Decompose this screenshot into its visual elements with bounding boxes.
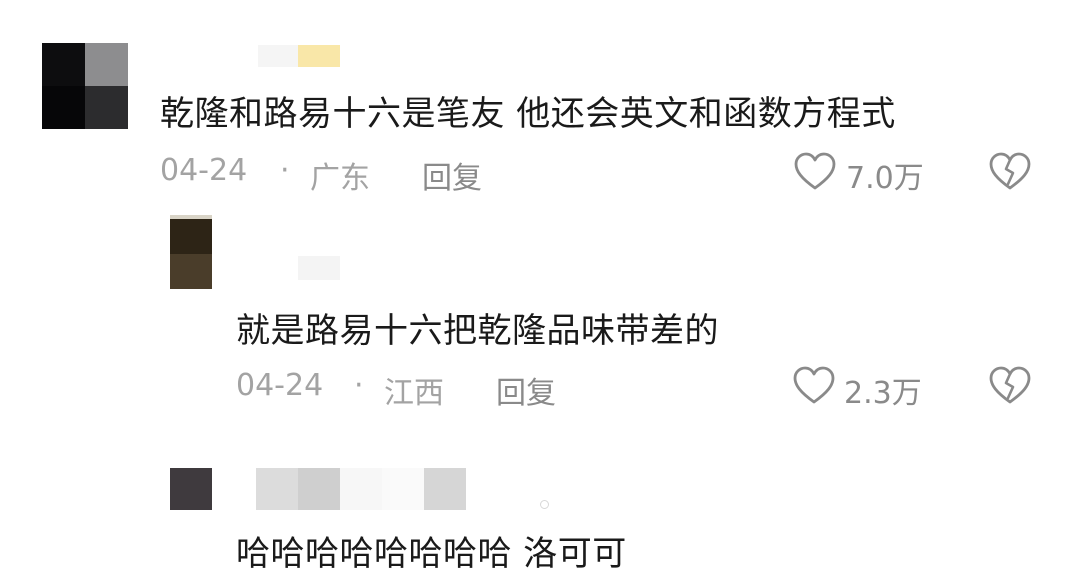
- heart-outline-icon: [794, 152, 836, 190]
- comment-text: 哈哈哈哈哈哈哈哈 洛可可: [236, 534, 627, 574]
- meta-separator: ·: [280, 153, 290, 188]
- small-dot-icon: [540, 500, 549, 509]
- reply-button[interactable]: 回复: [422, 153, 482, 197]
- dislike-button[interactable]: [988, 152, 1032, 192]
- broken-heart-icon: [989, 366, 1031, 404]
- comment-date: 04-24: [236, 368, 324, 403]
- reply-button[interactable]: 回复: [496, 368, 556, 412]
- heart-outline-icon: [793, 366, 835, 404]
- like-button[interactable]: [792, 366, 836, 406]
- comment-text: 就是路易十六把乾隆品味带差的: [236, 311, 719, 351]
- dislike-button[interactable]: [988, 366, 1032, 406]
- comment-location: 江西: [384, 376, 444, 411]
- meta-separator: ·: [354, 368, 364, 403]
- comment-location: 广东: [310, 161, 370, 196]
- broken-heart-icon: [989, 152, 1031, 190]
- avatar[interactable]: [170, 215, 212, 289]
- like-count: 2.3万: [844, 376, 922, 411]
- comment-date: 04-24: [160, 153, 248, 188]
- avatar[interactable]: [42, 43, 128, 129]
- avatar[interactable]: [170, 468, 212, 510]
- username-pixelated[interactable]: [258, 45, 340, 67]
- comment-text: 乾隆和路易十六是笔友 他还会英文和函数方程式: [160, 94, 896, 134]
- username-pixelated[interactable]: [298, 256, 340, 280]
- like-button[interactable]: [793, 152, 837, 192]
- username-pixelated[interactable]: [256, 468, 468, 510]
- like-count: 7.0万: [846, 161, 924, 196]
